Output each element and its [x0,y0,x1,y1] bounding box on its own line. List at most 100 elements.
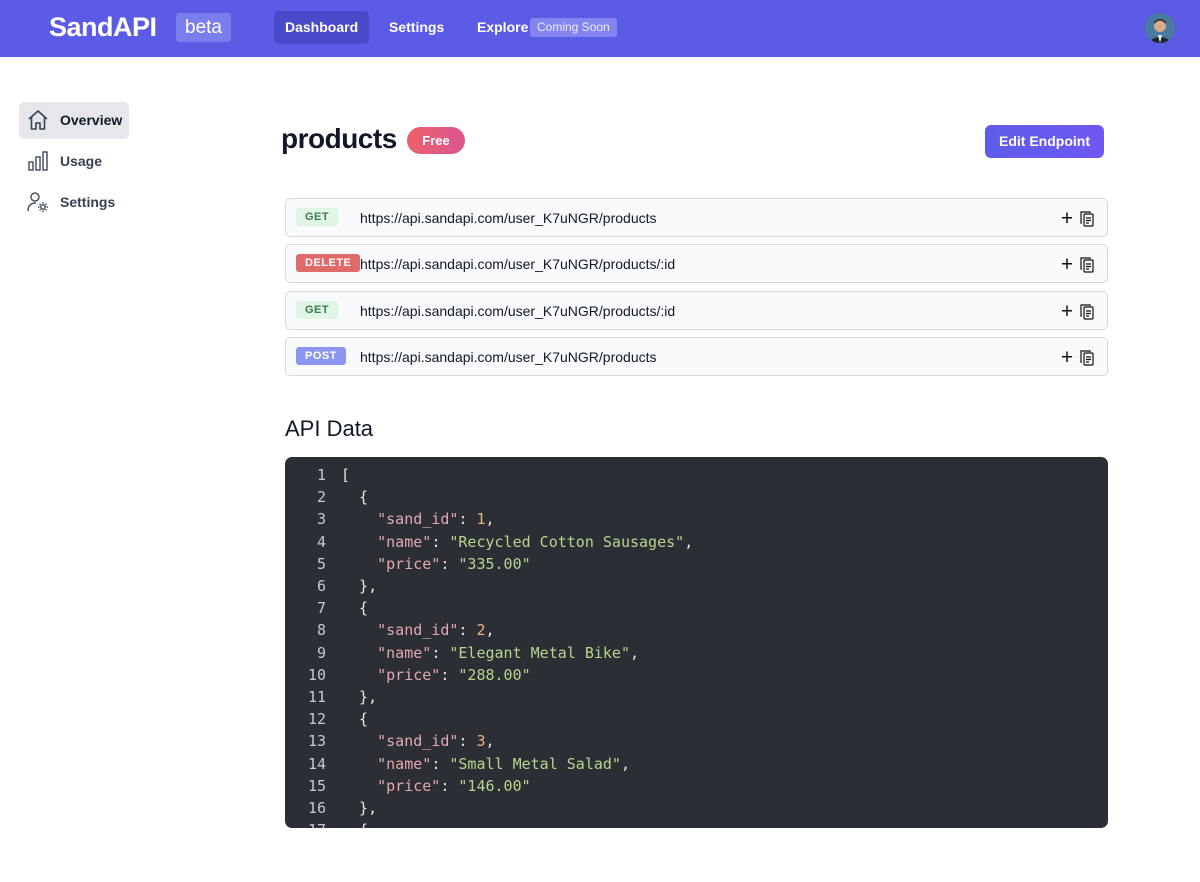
copy-icon[interactable] [1079,210,1095,228]
line-number: 15 [307,776,326,795]
beta-badge: beta [176,13,231,42]
code-text: { [341,488,369,507]
coming-soon-badge: Coming Soon [530,18,617,37]
json-key: "sand_id" [377,732,459,751]
line-number: 14 [307,754,326,773]
json-value: "Recycled Cotton Sausages" [449,532,685,551]
json-key: "sand_id" [377,621,459,640]
nav-dashboard[interactable]: Dashboard [274,11,370,44]
copy-icon[interactable] [1079,256,1095,274]
line-number: 13 [307,732,326,751]
code-text: "name": "Small Metal Salad", [377,754,630,773]
code-line: 15 "price": "146.00" [285,775,1108,797]
endpoint-row[interactable]: GET https://api.sandapi.com/user_K7uNGR/… [285,198,1108,237]
sidebar-item-label: Usage [60,153,103,169]
json-value: "288.00" [458,665,531,684]
json-key: "price" [377,665,441,684]
plus-icon[interactable]: + [1059,301,1075,322]
json-value: 2 [476,621,486,640]
code-text: { [341,599,369,618]
sidebar-item-settings[interactable]: Settings [19,184,129,221]
code-text: "sand_id": 3, [377,732,495,751]
endpoint-row[interactable]: POST https://api.sandapi.com/user_K7uNGR… [285,337,1108,376]
json-value: "335.00" [458,554,531,573]
code-line: 1[ [285,464,1108,486]
code-line: 2 { [285,486,1108,508]
code-line: 7 { [285,597,1108,619]
line-number: 5 [316,554,326,573]
code-text: "price": "288.00" [377,665,531,684]
edit-endpoint-button[interactable]: Edit Endpoint [985,125,1104,158]
method-badge: DELETE [296,254,361,272]
json-key: "name" [377,532,432,551]
line-number: 11 [307,688,326,706]
plus-icon[interactable]: + [1059,254,1075,275]
line-number: 17 [285,819,326,828]
user-avatar[interactable] [1145,13,1175,43]
method-badge: GET [296,301,339,319]
sidebar-item-usage[interactable]: Usage [19,143,129,180]
endpoint-url: https://api.sandapi.com/user_K7uNGR/prod… [360,210,657,226]
code-line: 11 }, [285,686,1108,708]
line-number: 7 [316,599,326,618]
code-line: 6 }, [285,575,1108,597]
line-number: 10 [307,665,326,684]
code-text: }, [341,799,378,817]
code-text: "price": "335.00" [377,554,531,573]
plus-icon[interactable]: + [1059,347,1075,368]
home-icon [28,110,48,130]
top-navbar: SandAPI beta Dashboard Settings Explore … [0,0,1200,57]
json-code-viewer[interactable]: 1[2 {3 "sand_id": 1, 4 "name": "Recycled … [285,457,1108,828]
line-number: 2 [316,488,326,507]
code-text: }, [341,688,378,706]
method-badge: GET [296,208,339,226]
endpoint-url: https://api.sandapi.com/user_K7uNGR/prod… [360,256,676,272]
json-value: "146.00" [458,776,531,795]
code-line: 4 "name": "Recycled Cotton Sausages", [285,531,1108,553]
code-text: "name": "Elegant Metal Bike", [377,643,640,662]
endpoint-row[interactable]: GET https://api.sandapi.com/user_K7uNGR/… [285,291,1108,330]
sidebar-item-overview[interactable]: Overview [19,102,129,139]
code-line: 13 "sand_id": 3, [285,730,1108,752]
json-value: 1 [476,510,486,529]
line-number: 12 [307,710,326,729]
code-line: 3 "sand_id": 1, [285,508,1108,530]
endpoint-url: https://api.sandapi.com/user_K7uNGR/prod… [360,349,657,365]
page-title: products [281,123,397,154]
endpoint-url: https://api.sandapi.com/user_K7uNGR/prod… [360,303,676,319]
brand-logo[interactable]: SandAPI [49,12,157,43]
json-value: "Small Metal Salad" [449,754,621,773]
copy-icon[interactable] [1079,349,1095,367]
json-key: "sand_id" [377,510,459,529]
code-text: [ [341,466,351,484]
line-number: 16 [307,799,326,817]
code-line: 5 "price": "335.00" [285,553,1108,575]
json-value: 3 [476,732,486,751]
plus-icon[interactable]: + [1059,208,1075,229]
nav-settings[interactable]: Settings [378,11,455,44]
line-number: 6 [316,577,326,595]
code-line: 16 }, [285,797,1108,819]
code-line: 12 { [285,708,1108,730]
code-text: "sand_id": 1, [377,510,495,529]
code-line: 8 "sand_id": 2, [285,619,1108,641]
code-text: "price": "146.00" [377,776,531,795]
line-number: 8 [316,621,326,640]
line-number: 1 [316,466,326,484]
endpoint-row[interactable]: DELETE https://api.sandapi.com/user_K7uN… [285,244,1108,283]
code-text: { [341,710,369,729]
code-line: 17 { [285,819,1108,828]
code-text: "sand_id": 2, [377,621,495,640]
code-line: 9 "name": "Elegant Metal Bike", [285,642,1108,664]
json-key: "price" [377,776,441,795]
json-key: "name" [377,643,432,662]
nav-explore[interactable]: Explore [466,11,539,44]
copy-icon[interactable] [1079,303,1095,321]
line-number: 4 [316,532,326,551]
json-key: "name" [377,754,432,773]
user-gear-icon [27,192,48,212]
plan-badge: Free [407,127,465,154]
json-value: "Elegant Metal Bike" [449,643,630,662]
bar-chart-icon [28,151,48,171]
line-number: 3 [316,510,326,529]
